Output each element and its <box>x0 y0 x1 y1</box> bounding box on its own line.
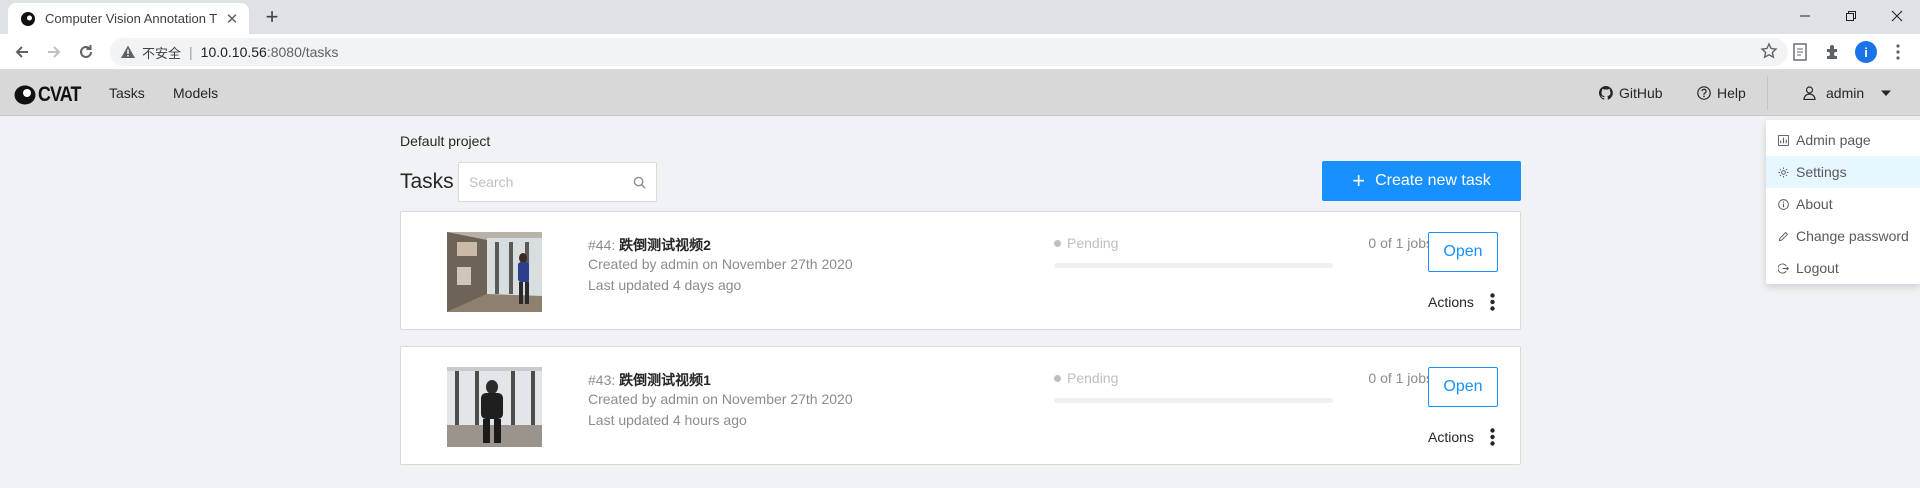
user-icon <box>1803 86 1816 100</box>
task-preview-image[interactable] <box>447 367 542 447</box>
app-header: CVAT Tasks Models GitHub Help admin <box>0 70 1920 116</box>
restore-icon[interactable] <box>1828 2 1874 30</box>
menu-item-label: Admin page <box>1796 132 1871 148</box>
cvat-logo[interactable]: CVAT <box>14 83 88 107</box>
github-icon <box>1599 86 1613 100</box>
search-icon[interactable] <box>633 176 646 189</box>
help-label: Help <box>1717 85 1746 101</box>
plus-icon: + <box>1352 168 1366 193</box>
edit-pencil-icon <box>1778 231 1789 241</box>
address-bar[interactable]: 不安全 | 10.0.10.56:8080/tasks <box>110 38 1788 66</box>
logo-text: CVAT <box>38 83 81 106</box>
control-panel-icon <box>1778 134 1789 146</box>
reading-list-icon[interactable] <box>1788 40 1812 64</box>
url-path: :8080/tasks <box>266 44 339 60</box>
close-window-icon[interactable] <box>1874 2 1920 30</box>
open-task-button[interactable]: Open <box>1428 367 1498 407</box>
browser-tab-strip: Computer Vision Annotation T ✕ + <box>0 0 1920 34</box>
user-name: admin <box>1826 85 1865 101</box>
nav-tasks[interactable]: Tasks <box>109 85 145 101</box>
menu-item-settings[interactable]: Settings <box>1766 156 1920 188</box>
new-tab-button[interactable]: + <box>259 5 285 31</box>
info-circle-icon <box>1778 198 1789 210</box>
bookmark-star-icon[interactable] <box>1760 42 1778 60</box>
cvat-favicon-icon <box>21 11 35 26</box>
reload-icon[interactable] <box>74 40 98 64</box>
menu-item-label: About <box>1796 196 1833 212</box>
menu-item-label: Logout <box>1796 260 1839 276</box>
task-preview-image[interactable] <box>447 232 542 312</box>
task-jobs-count: 0 of 1 jobs <box>1368 370 1433 386</box>
github-link[interactable]: GitHub <box>1599 85 1663 101</box>
task-id: #43: <box>588 372 620 388</box>
project-name: Default project <box>400 133 491 149</box>
more-vertical-icon[interactable] <box>1490 293 1495 311</box>
task-item: #44: 跌倒测试视频2 Created by admin on Novembe… <box>400 211 1521 330</box>
status-dot-icon <box>1054 239 1061 247</box>
menu-item-change-password[interactable]: Change password <box>1766 220 1920 252</box>
warning-icon <box>121 45 135 58</box>
profile-initial: i <box>1855 41 1877 63</box>
task-progress-bar <box>1054 398 1333 403</box>
search-input[interactable] <box>469 174 633 190</box>
browser-toolbar: 不安全 | 10.0.10.56:8080/tasks i <box>0 34 1920 70</box>
task-item: #43: 跌倒测试视频1 Created by admin on Novembe… <box>400 346 1521 465</box>
profile-avatar[interactable]: i <box>1854 40 1878 64</box>
address-separator: | <box>189 44 193 60</box>
header-divider <box>1767 76 1768 110</box>
actions-label: Actions <box>1428 429 1474 445</box>
task-actions[interactable]: Actions <box>1428 428 1495 446</box>
create-new-task-button[interactable]: + Create new task <box>1322 161 1521 201</box>
task-updated: Last updated 4 hours ago <box>588 412 747 428</box>
task-name: #43: 跌倒测试视频1 <box>588 370 711 390</box>
cvat-logo-icon <box>14 85 36 105</box>
page-title: Tasks <box>400 170 454 193</box>
status-label: Pending <box>1067 235 1119 251</box>
task-created: Created by admin on November 27th 2020 <box>588 256 853 272</box>
minimize-icon[interactable] <box>1782 2 1828 30</box>
task-id: #44: <box>588 237 620 253</box>
caret-down-icon <box>1881 90 1892 96</box>
back-arrow-icon[interactable] <box>10 40 34 64</box>
menu-item-label: Change password <box>1796 228 1909 244</box>
task-title: 跌倒测试视频1 <box>619 372 711 388</box>
user-dropdown-menu: Admin page Settings About Change passwor… <box>1766 120 1920 284</box>
task-updated: Last updated 4 days ago <box>588 277 742 293</box>
menu-item-about[interactable]: About <box>1766 188 1920 220</box>
menu-item-label: Settings <box>1796 164 1847 180</box>
settings-gear-icon <box>1778 167 1789 177</box>
extensions-icon[interactable] <box>1821 40 1845 64</box>
security-label[interactable]: 不安全 <box>142 43 181 62</box>
user-menu-trigger[interactable]: admin <box>1803 85 1898 101</box>
search-box[interactable] <box>458 162 657 202</box>
logout-icon <box>1778 262 1789 274</box>
task-title: 跌倒测试视频2 <box>619 237 711 253</box>
actions-label: Actions <box>1428 294 1474 310</box>
task-status: Pending <box>1054 370 1118 386</box>
tab-title: Computer Vision Annotation T <box>45 11 218 26</box>
status-dot-icon <box>1054 374 1061 382</box>
more-vertical-icon[interactable] <box>1490 428 1495 446</box>
url-host: 10.0.10.56 <box>200 44 267 60</box>
task-progress-bar <box>1054 263 1333 268</box>
task-actions[interactable]: Actions <box>1428 293 1495 311</box>
task-created: Created by admin on November 27th 2020 <box>588 391 853 407</box>
menu-item-admin-page[interactable]: Admin page <box>1766 124 1920 156</box>
forward-arrow-icon[interactable] <box>42 40 66 64</box>
open-task-button[interactable]: Open <box>1428 232 1498 272</box>
question-circle-icon <box>1697 86 1711 100</box>
browser-tab[interactable]: Computer Vision Annotation T ✕ <box>8 3 249 34</box>
tab-close-icon[interactable]: ✕ <box>225 10 239 28</box>
github-label: GitHub <box>1619 85 1663 101</box>
task-jobs-count: 0 of 1 jobs <box>1368 235 1433 251</box>
create-new-task-label: Create new task <box>1375 172 1491 189</box>
status-label: Pending <box>1067 370 1119 386</box>
menu-item-logout[interactable]: Logout <box>1766 252 1920 284</box>
help-link[interactable]: Help <box>1697 85 1746 101</box>
nav-models[interactable]: Models <box>173 85 218 101</box>
task-name: #44: 跌倒测试视频2 <box>588 235 711 255</box>
task-status: Pending <box>1054 235 1118 251</box>
browser-menu-icon[interactable] <box>1886 40 1910 64</box>
